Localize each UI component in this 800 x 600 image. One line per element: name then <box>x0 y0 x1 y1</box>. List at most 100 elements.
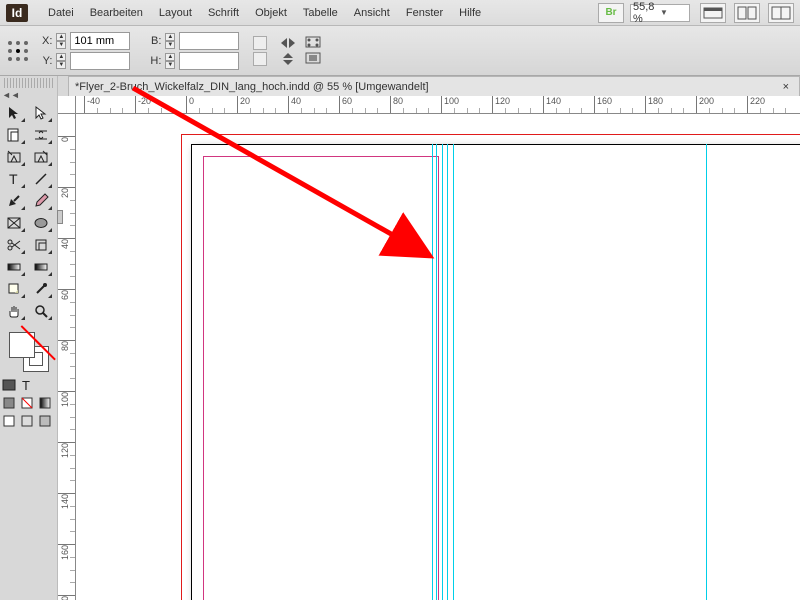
content-collector-tool[interactable] <box>0 146 27 168</box>
type-format-tool[interactable]: T <box>18 376 36 394</box>
ruler-tick: 140 <box>543 96 561 114</box>
width-input[interactable] <box>179 32 239 50</box>
ruler-tick: 0 <box>58 136 76 142</box>
menu-hilfe[interactable]: Hilfe <box>451 3 489 23</box>
screen-mode-button[interactable] <box>700 3 726 23</box>
eyedropper-tool[interactable] <box>27 278 54 300</box>
direct-selection-tool[interactable] <box>27 102 54 124</box>
ruler-tick: 200 <box>696 96 714 114</box>
margin-box <box>203 156 439 600</box>
arrange-documents-button[interactable] <box>734 3 760 23</box>
reference-point-selector[interactable] <box>8 41 28 61</box>
menu-tabelle[interactable]: Tabelle <box>295 3 346 23</box>
menu-layout[interactable]: Layout <box>151 3 200 23</box>
vertical-guide[interactable] <box>706 144 707 600</box>
vertical-guide[interactable] <box>436 144 437 600</box>
menu-ansicht[interactable]: Ansicht <box>346 3 398 23</box>
vertical-guide[interactable] <box>447 144 448 600</box>
ruler-tick: 60 <box>339 96 352 114</box>
workspace-switcher-button[interactable] <box>768 3 794 23</box>
pencil-tool[interactable] <box>27 190 54 212</box>
preview-view[interactable] <box>18 412 36 430</box>
svg-text:T: T <box>22 378 30 393</box>
x-input[interactable] <box>70 32 130 50</box>
menu-datei[interactable]: Datei <box>40 3 82 23</box>
fill-stroke-swatch[interactable] <box>9 332 49 372</box>
b-label: B: <box>150 35 161 47</box>
document-tab[interactable]: *Flyer_2-Bruch_Wickelfalz_DIN_lang_hoch.… <box>68 76 800 96</box>
menu-fenster[interactable]: Fenster <box>398 3 451 23</box>
control-bar: X: ▲▼ Y: ▲▼ B: ▲▼ H: ▲▼ <box>0 26 800 76</box>
zoom-level-select[interactable]: 55,8 %▼ <box>630 4 690 22</box>
ruler-tick: 20 <box>237 96 250 114</box>
panel-resize-handle[interactable] <box>57 210 63 224</box>
gradient-feather-tool[interactable] <box>27 256 54 278</box>
y-label: Y: <box>42 55 52 67</box>
select-content-icon[interactable] <box>305 52 323 66</box>
toolbox: ◄◄ T T <box>0 76 58 600</box>
h-label: H: <box>150 55 161 67</box>
canvas[interactable] <box>76 114 800 600</box>
vertical-guide[interactable] <box>432 144 433 600</box>
document-title: *Flyer_2-Bruch_Wickelfalz_DIN_lang_hoch.… <box>75 81 429 93</box>
selection-tool[interactable] <box>0 102 27 124</box>
link-icon[interactable] <box>253 52 267 66</box>
pen-tool[interactable] <box>0 190 27 212</box>
ruler-tick: 160 <box>594 96 612 114</box>
note-tool[interactable] <box>0 278 27 300</box>
ruler-tick: 220 <box>747 96 765 114</box>
ruler-tick: 80 <box>390 96 403 114</box>
y-spinner[interactable]: ▲▼ <box>56 53 66 69</box>
x-spinner[interactable]: ▲▼ <box>56 33 66 49</box>
constrain-proportions-icon[interactable] <box>253 36 267 50</box>
height-input[interactable] <box>179 52 239 70</box>
slug-view[interactable] <box>36 412 54 430</box>
ruler-tick: 40 <box>58 238 76 249</box>
vertical-guide[interactable] <box>453 144 454 600</box>
apply-color[interactable] <box>18 394 36 412</box>
collapse-panel-icon[interactable]: ◄◄ <box>0 90 57 100</box>
menu-schrift[interactable]: Schrift <box>200 3 247 23</box>
flip-horizontal-icon[interactable] <box>279 36 297 50</box>
ruler-origin[interactable] <box>58 96 76 114</box>
ruler-tick: 180 <box>58 595 76 600</box>
hand-tool[interactable] <box>0 300 27 322</box>
apply-gradient[interactable] <box>36 394 54 412</box>
vertical-ruler[interactable]: 020406080100120140160180200 <box>58 114 76 600</box>
select-container-icon[interactable] <box>305 36 323 50</box>
apply-none[interactable] <box>0 394 18 412</box>
page-tool[interactable] <box>0 124 27 146</box>
horizontal-ruler[interactable]: -40-20020406080100120140160180200220 <box>76 96 800 114</box>
y-input[interactable] <box>70 52 130 70</box>
menubar: Id DateiBearbeitenLayoutSchriftObjektTab… <box>0 0 800 26</box>
gradient-swatch-tool[interactable] <box>0 256 27 278</box>
flip-vertical-icon[interactable] <box>279 52 297 66</box>
svg-text:T: T <box>9 171 18 187</box>
format-container-tool[interactable] <box>0 376 18 394</box>
menu-bearbeiten[interactable]: Bearbeiten <box>82 3 151 23</box>
zoom-tool[interactable] <box>27 300 54 322</box>
vertical-guide[interactable] <box>442 144 443 600</box>
content-placer-tool[interactable] <box>27 146 54 168</box>
ellipse-tool[interactable] <box>27 212 54 234</box>
rectangle-frame-tool[interactable] <box>0 212 27 234</box>
free-transform-tool[interactable] <box>27 234 54 256</box>
ruler-tick: 20 <box>58 187 76 198</box>
ruler-tick: 120 <box>492 96 510 114</box>
normal-view[interactable] <box>0 412 18 430</box>
ruler-tick: 100 <box>441 96 459 114</box>
close-tab-icon[interactable]: × <box>779 81 793 93</box>
line-tool[interactable] <box>27 168 54 190</box>
menu-objekt[interactable]: Objekt <box>247 3 295 23</box>
panel-grip-icon[interactable] <box>4 78 53 88</box>
type-tool[interactable]: T <box>0 168 27 190</box>
gap-tool[interactable] <box>27 124 54 146</box>
scissors-tool[interactable] <box>0 234 27 256</box>
ruler-tick: 0 <box>186 96 194 114</box>
ruler-tick: 80 <box>58 340 76 351</box>
fill-swatch[interactable] <box>9 332 35 358</box>
h-spinner[interactable]: ▲▼ <box>165 53 175 69</box>
bridge-button[interactable]: Br <box>598 3 624 23</box>
ruler-tick: 180 <box>645 96 663 114</box>
b-spinner[interactable]: ▲▼ <box>165 33 175 49</box>
